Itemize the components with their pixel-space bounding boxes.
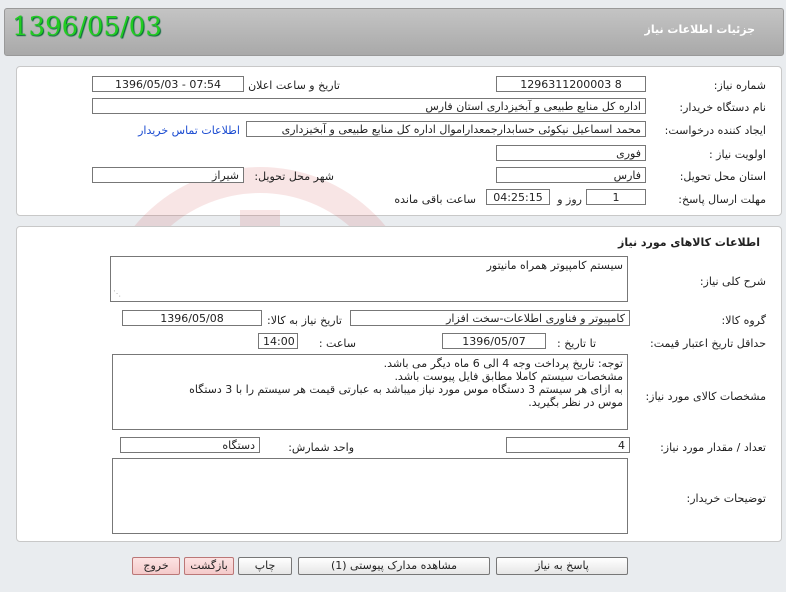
- back-button[interactable]: بازگشت: [184, 557, 234, 575]
- exit-button[interactable]: خروج: [132, 557, 180, 575]
- need-date-field: 1396/05/08: [122, 310, 262, 326]
- days-word: روز و: [557, 193, 582, 206]
- reply-button[interactable]: پاسخ به نیاز: [496, 557, 628, 575]
- buyer-org-label: نام دستگاه خریدار:: [679, 101, 766, 114]
- resize-grip-icon[interactable]: ⋰: [113, 287, 121, 300]
- buyer-notes-field: [112, 458, 628, 534]
- spec-line: توجه: تاریخ پرداخت وجه 4 الی 6 ماه دیگر …: [383, 357, 623, 370]
- unit-label: واحد شمارش:: [288, 441, 354, 454]
- date-overlay: 1396/05/03: [12, 12, 162, 42]
- unit-field: دستگاه: [120, 437, 260, 453]
- general-desc-field: سیستم کامپیوتر همراه مانیتور ⋰: [110, 256, 628, 302]
- priority-field: فوری: [496, 145, 646, 161]
- need-number-label: شماره نیاز:: [713, 79, 766, 92]
- deadline-days-field: 1: [586, 189, 646, 205]
- price-validity-label: حداقل تاریخ اعتبار قیمت:: [650, 337, 766, 350]
- quantity-field: 4: [506, 437, 630, 453]
- need-number-value: 1296311200003 8: [520, 78, 622, 91]
- delivery-city-field: شیراز: [92, 167, 244, 183]
- deadline-days-value: 1: [612, 191, 620, 204]
- reply-deadline-label: مهلت ارسال پاسخ:: [678, 193, 766, 206]
- need-date-value: 1396/05/08: [160, 312, 224, 325]
- page-title: جزئیات اطلاعات نیاز: [644, 23, 756, 36]
- buyer-org-field: اداره کل منابع طبیعی و آبخیزداری استان ف…: [92, 98, 646, 114]
- need-date-label: تاریخ نیاز به کالا:: [267, 314, 342, 327]
- requester-label: ایجاد کننده درخواست:: [664, 124, 766, 137]
- general-desc-value: سیستم کامپیوتر همراه مانیتور: [486, 259, 623, 272]
- delivery-province-label: استان محل تحویل:: [679, 170, 766, 183]
- until-date-label: تا تاریخ :: [557, 337, 596, 350]
- goods-group-field: کامپیوتر و فناوری اطلاعات-سخت افزار: [350, 310, 630, 326]
- spec-line: مشخصات سیستم کاملا مطابق فایل پیوست باشد…: [394, 370, 623, 383]
- general-desc-label: شرح کلی نیاز:: [699, 275, 766, 288]
- goods-group-label: گروه کالا:: [721, 314, 766, 327]
- print-button[interactable]: چاپ: [238, 557, 292, 575]
- requester-field: محمد اسماعیل نیکوئی حسابدارجمعداراموال ا…: [246, 121, 646, 137]
- validity-hour-label: ساعت :: [318, 337, 356, 350]
- delivery-province-field: فارس: [496, 167, 646, 183]
- buyer-contact-link[interactable]: اطلاعات تماس خریدار: [138, 124, 240, 137]
- delivery-city-label: شهر محل تحویل:: [254, 170, 334, 183]
- validity-date-field: 1396/05/07: [442, 333, 546, 349]
- spec-line: به ازای هر سیستم 3 دستگاه موس مورد نیاز …: [189, 383, 623, 396]
- spec-line: موس در نظر بگیرید.: [528, 396, 623, 409]
- goods-section-title: اطلاعات کالاهای مورد نیاز: [618, 236, 760, 249]
- announce-date-field: 1396/05/03 - 07:54: [92, 76, 244, 92]
- announce-date-value: 1396/05/03 - 07:54: [114, 78, 222, 91]
- item-spec-field: توجه: تاریخ پرداخت وجه 4 الی 6 ماه دیگر …: [112, 354, 628, 430]
- view-attachments-button[interactable]: مشاهده مدارک پیوستی (1): [298, 557, 490, 575]
- validity-date-value: 1396/05/07: [462, 335, 526, 348]
- item-spec-label: مشخصات کالای مورد نیاز:: [645, 390, 766, 403]
- validity-hour-field: 14:00: [258, 333, 298, 349]
- validity-hour-value: 14:00: [263, 335, 295, 348]
- deadline-time-field: 04:25:15: [486, 189, 550, 205]
- priority-label: اولویت نیاز :: [708, 148, 766, 161]
- buyer-notes-label: توضیحات خریدار:: [686, 492, 767, 505]
- quantity-label: تعداد / مقدار مورد نیاز:: [660, 441, 766, 454]
- deadline-time-value: 04:25:15: [493, 191, 543, 204]
- need-number-field: 1296311200003 8: [496, 76, 646, 92]
- remaining-word: ساعت باقی مانده: [394, 193, 476, 206]
